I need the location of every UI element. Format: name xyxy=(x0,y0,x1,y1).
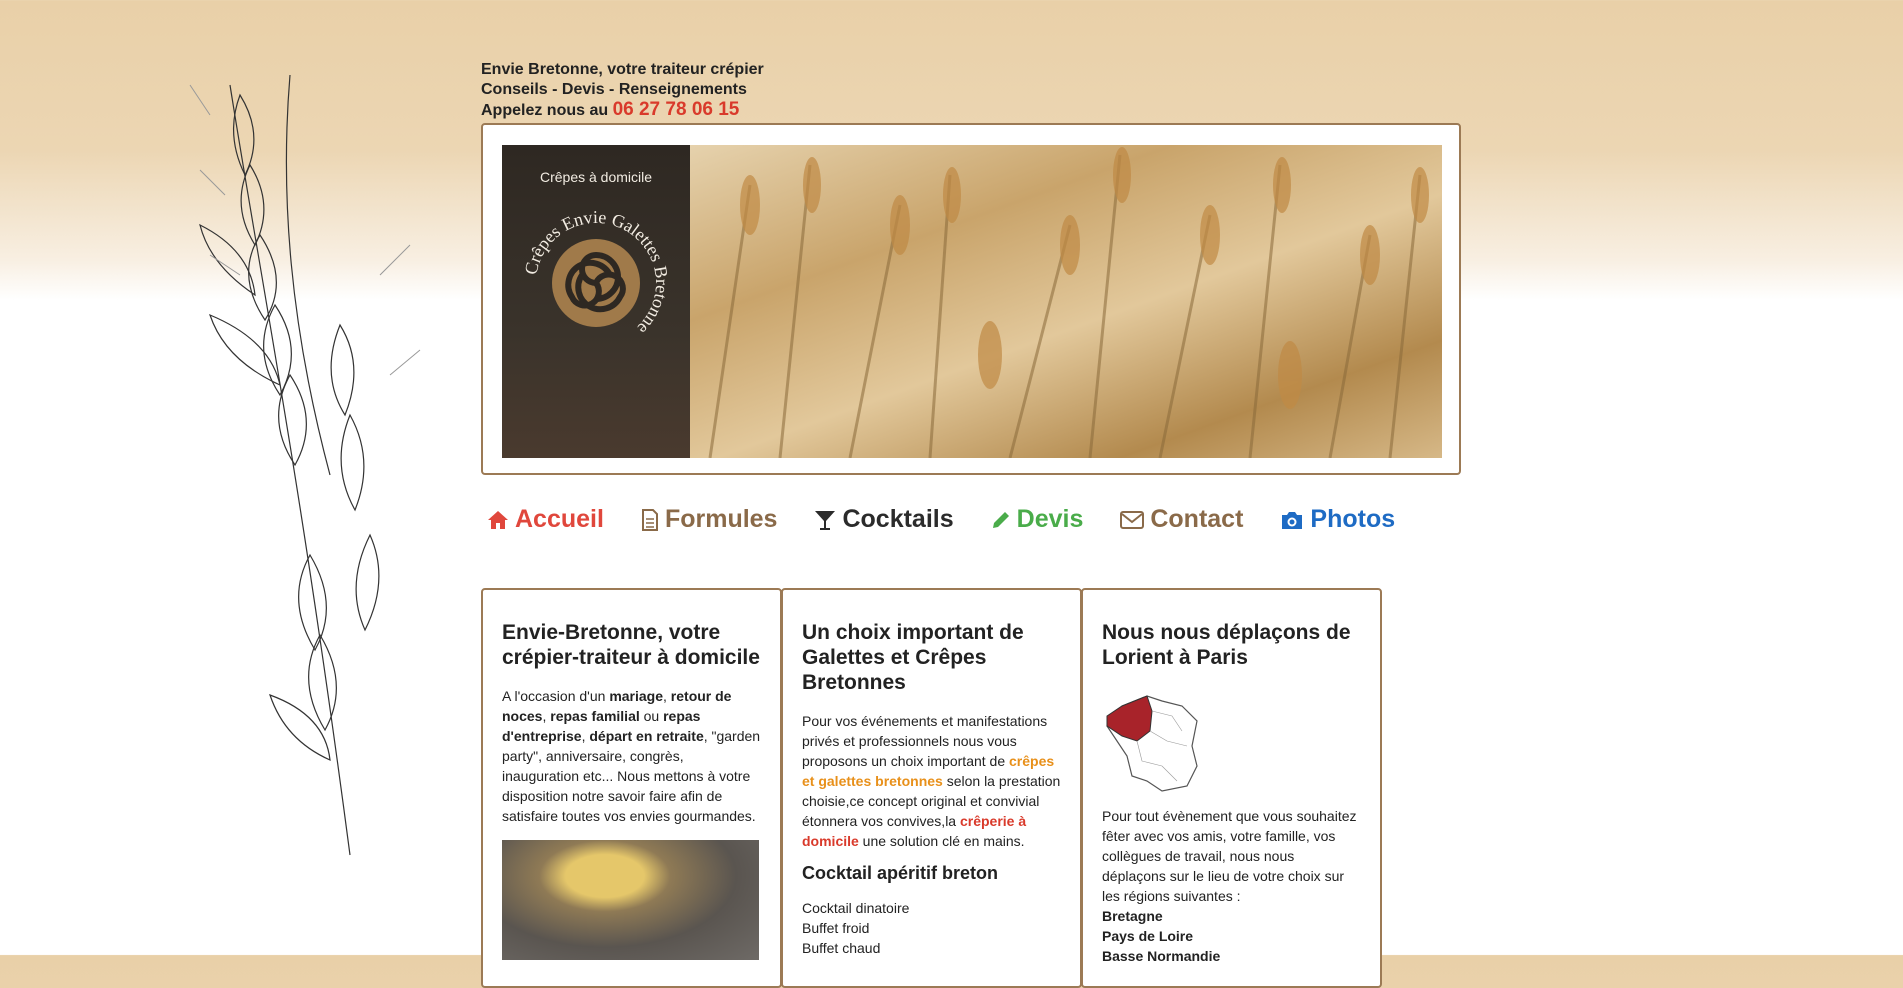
banner: Crêpes à domicile Crêpes Envie Galettes … xyxy=(481,123,1461,475)
crepe-making-photo xyxy=(502,840,759,960)
banner-tagline: Crêpes à domicile xyxy=(539,169,653,185)
wheat-illustration xyxy=(189,75,421,856)
col-choix: Un choix important de Galettes et Crêpes… xyxy=(781,588,1082,988)
list-item: Buffet froid xyxy=(802,920,870,936)
cocktail-subtitle: Cocktail apéritif breton xyxy=(802,863,999,883)
col-deplacement-title: Nous nous déplaçons de Lorient à Paris xyxy=(1102,621,1351,669)
phone-number[interactable]: 06 27 78 06 15 xyxy=(613,99,740,120)
wheat-photo-texture xyxy=(708,147,1429,458)
envelope-icon xyxy=(1120,510,1145,529)
cocktail-glass-icon xyxy=(815,510,836,530)
wheat-field-photo xyxy=(690,145,1442,458)
nav-cocktails[interactable]: Cocktails xyxy=(814,505,954,534)
col-choix-text: Pour vos événements et manifestations pr… xyxy=(802,713,1061,849)
list-item: Buffet chaud xyxy=(802,940,881,956)
call-prefix: Appelez nous au xyxy=(481,102,609,119)
nav-devis-label: Devis xyxy=(1016,505,1084,533)
header-title: Envie Bretonne, votre traiteur crépier xyxy=(481,61,764,78)
header-services: Conseils - Devis - Renseignements xyxy=(481,81,747,98)
nav-accueil[interactable]: Accueil xyxy=(487,505,604,534)
list-item: Cocktail dinatoire xyxy=(802,900,910,916)
nav-photos[interactable]: Photos xyxy=(1280,505,1395,534)
col-intro: Envie-Bretonne, votre crépier-traiteur à… xyxy=(481,588,782,988)
region-bretagne: Bretagne xyxy=(1102,908,1163,924)
nav-formules-label: Formules xyxy=(664,505,778,533)
col-choix-title: Un choix important de Galettes et Crêpes… xyxy=(802,621,1024,694)
nav-contact-label: Contact xyxy=(1150,505,1244,533)
main-nav: Accueil Formules Cocktails Devis Contact xyxy=(487,505,1432,534)
logo-panel: Crêpes à domicile Crêpes Envie Galettes … xyxy=(502,145,690,458)
home-icon xyxy=(488,510,508,529)
region-pays-de-loire: Pays de Loire xyxy=(1102,928,1194,944)
france-map xyxy=(1106,695,1198,792)
nav-contact[interactable]: Contact xyxy=(1120,505,1243,534)
document-icon xyxy=(641,508,658,531)
camera-icon xyxy=(1282,511,1303,529)
col-intro-title: Envie-Bretonne, votre crépier-traiteur à… xyxy=(502,621,760,669)
nav-devis[interactable]: Devis xyxy=(991,505,1084,534)
triskell-logo: Crêpes Envie Galettes Bretonne xyxy=(521,207,672,339)
nav-photos-label: Photos xyxy=(1310,505,1396,533)
nav-accueil-label: Accueil xyxy=(515,505,604,533)
pencil-icon xyxy=(992,511,1009,528)
col-deplacement-text: Pour tout évènement que vous souhaitez f… xyxy=(1102,808,1357,904)
nav-cocktails-label: Cocktails xyxy=(842,505,954,533)
header-call-line: Appelez nous au 06 27 78 06 15 xyxy=(481,100,764,121)
col-intro-text: A l'occasion d'un mariage, retour de noc… xyxy=(502,688,761,824)
header-info: Envie Bretonne, votre traiteur crépier C… xyxy=(481,60,764,121)
col-deplacement: Nous nous déplaçons de Lorient à Paris P… xyxy=(1081,588,1382,988)
region-basse-normandie: Basse Normandie xyxy=(1102,948,1221,964)
nav-formules[interactable]: Formules xyxy=(641,505,778,534)
